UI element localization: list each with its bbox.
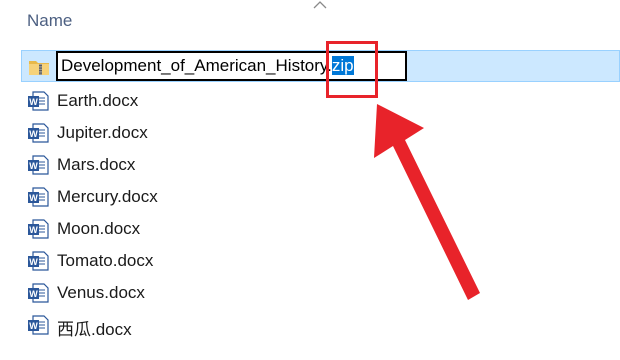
file-row[interactable]: W Venus.docx xyxy=(21,277,620,309)
word-doc-icon: W xyxy=(28,187,49,207)
zip-folder-icon xyxy=(29,61,49,75)
word-doc-icon: W xyxy=(28,283,49,303)
svg-text:W: W xyxy=(29,225,38,235)
file-name: Mercury.docx xyxy=(57,187,158,206)
rename-selected-extension: zip xyxy=(331,56,354,75)
word-doc-icon: W xyxy=(28,155,49,175)
file-row[interactable]: W Mercury.docx xyxy=(21,181,620,213)
column-header-row: Name xyxy=(0,0,620,42)
file-name: 西瓜.docx xyxy=(57,320,132,339)
file-row[interactable]: W Earth.docx xyxy=(21,85,620,117)
svg-text:W: W xyxy=(29,257,38,267)
file-row[interactable]: W Mars.docx xyxy=(21,149,620,181)
file-explorer-window: Name Development_of_American_History.zip xyxy=(0,0,620,360)
file-name: Earth.docx xyxy=(57,91,139,110)
rename-base-text: Development_of_American_History. xyxy=(61,56,332,75)
svg-text:W: W xyxy=(29,161,38,171)
word-doc-icon: W xyxy=(28,123,49,143)
svg-text:W: W xyxy=(29,289,38,299)
name-column-header[interactable]: Name xyxy=(27,11,72,31)
file-row-zip-renaming[interactable]: Development_of_American_History.zip xyxy=(21,50,620,82)
svg-text:W: W xyxy=(29,129,38,139)
file-row[interactable]: W Tomato.docx xyxy=(21,245,620,277)
file-name: Mars.docx xyxy=(57,155,136,174)
svg-text:W: W xyxy=(29,193,38,203)
word-doc-icon: W xyxy=(28,315,49,335)
word-doc-icon: W xyxy=(28,219,49,239)
file-row[interactable]: W Moon.docx xyxy=(21,213,620,245)
word-doc-icon: W xyxy=(28,91,49,111)
file-name: Moon.docx xyxy=(57,219,141,238)
file-row[interactable]: W 西瓜.docx xyxy=(21,309,620,341)
file-name: Venus.docx xyxy=(57,283,145,302)
sort-ascending-icon[interactable] xyxy=(312,0,328,10)
rename-text-field[interactable]: Development_of_American_History.zip xyxy=(56,51,407,81)
file-name: Jupiter.docx xyxy=(57,123,148,142)
file-name: Tomato.docx xyxy=(57,251,154,270)
word-doc-icon: W xyxy=(28,251,49,271)
file-row[interactable]: W Jupiter.docx xyxy=(21,117,620,149)
svg-text:W: W xyxy=(29,97,38,107)
svg-text:W: W xyxy=(29,321,38,331)
